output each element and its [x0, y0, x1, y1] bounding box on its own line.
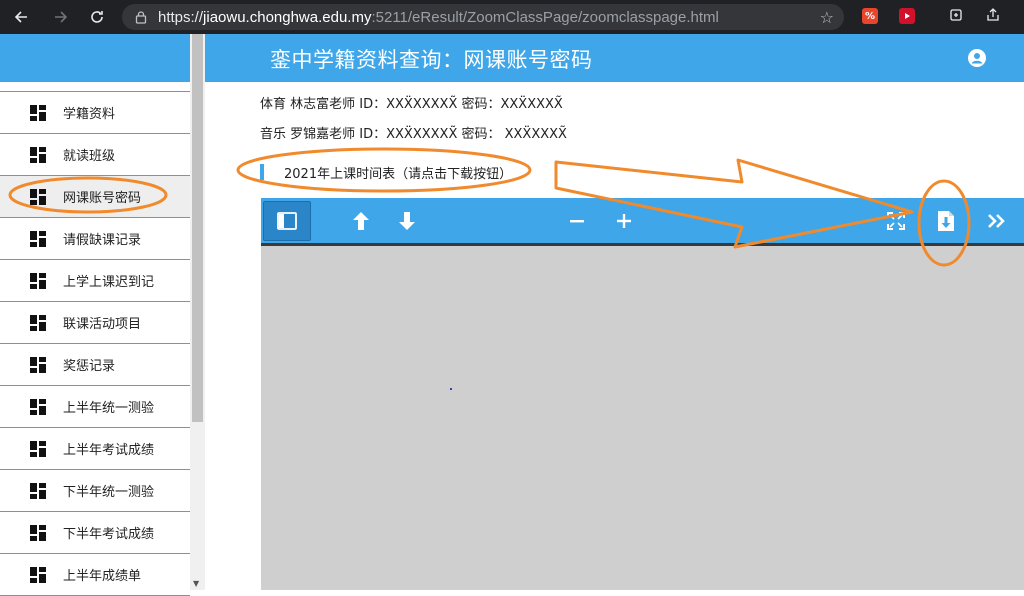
more-tools-icon	[988, 213, 1005, 228]
more-tools-button[interactable]	[985, 198, 1009, 243]
next-page-button[interactable]	[395, 198, 419, 243]
arrow-down-icon	[399, 211, 415, 230]
schedule-label: 2021年上课时间表（请点击下载按钮）	[284, 166, 513, 182]
forward-arrow-icon[interactable]	[44, 0, 78, 34]
sidebar-item-label: 请假缺课记录	[63, 233, 142, 248]
dashboard-icon	[30, 356, 46, 373]
sidebar-item[interactable]: 上半年考试成绩	[0, 428, 190, 470]
user-account-icon[interactable]	[968, 49, 986, 67]
sidebar-item[interactable]: 请假缺课记录	[0, 218, 190, 260]
sidebar-toggle-button[interactable]	[263, 201, 311, 241]
arrow-up-icon	[353, 211, 369, 230]
schedule-section: 2021年上课时间表（请点击下载按钮）	[260, 162, 512, 182]
sidebar: 学籍资料就读班级网课账号密码 请假缺课记录 上学上课迟到记 联课活动项目 奖惩记录上半年…	[0, 34, 205, 596]
sidebar-scrollbar[interactable]: ▼	[190, 34, 205, 590]
dashboard-icon	[30, 440, 46, 457]
sidebar-item-label: 上半年成绩单	[63, 569, 142, 584]
sidebar-toggle-icon	[277, 212, 297, 230]
sidebar-item-label: 网课账号密码	[63, 191, 142, 206]
previous-page-button[interactable]	[349, 198, 373, 243]
scrollbar-thumb[interactable]	[192, 34, 203, 422]
sidebar-item-label: 就读班级	[63, 149, 116, 164]
sidebar-item[interactable]: 下半年统一测验	[0, 470, 190, 512]
sidebar-item-label: 下半年统一测验	[63, 485, 155, 500]
sidebar-item-label: 上半年统一测验	[63, 401, 155, 416]
account-info-music: 音乐 罗锦嘉老师 ID：XXẌXXXXX̃ 密码： XXẌXXXX̃	[260, 127, 567, 142]
sidebar-item-label: 联课活动项目	[63, 317, 142, 332]
sidebar-item-label: 下半年考试成绩	[63, 527, 155, 542]
page-title: 銮中学籍资料查询：网课账号密码	[270, 48, 593, 72]
zoom-in-button[interactable]	[614, 198, 634, 243]
dashboard-icon	[30, 524, 46, 541]
dashboard-icon	[30, 398, 46, 415]
zoom-out-button[interactable]	[567, 198, 587, 243]
share-icon[interactable]	[985, 7, 1001, 27]
sidebar-item[interactable]: 上半年统一测验	[0, 386, 190, 428]
dashboard-icon	[30, 482, 46, 499]
download-icon	[938, 210, 954, 231]
reload-icon[interactable]	[80, 0, 114, 34]
zoom-in-icon	[617, 213, 631, 228]
fullscreen-icon	[887, 211, 905, 230]
section-accent-bar	[260, 164, 264, 180]
page-header: 銮中学籍资料查询：网课账号密码	[205, 34, 1024, 82]
dashboard-icon	[30, 188, 46, 205]
bookmark-star-icon[interactable]: ☆	[820, 8, 834, 27]
extension-icon[interactable]: %	[862, 8, 878, 24]
sidebar-item-label: 上半年考试成绩	[63, 443, 155, 458]
sidebar-item[interactable]: 上学上课迟到记	[0, 260, 190, 302]
dashboard-icon	[30, 314, 46, 331]
extension-red-icon[interactable]	[899, 8, 915, 24]
sidebar-spacer	[0, 82, 190, 92]
dashboard-icon	[30, 146, 46, 163]
pdf-toolbar	[261, 198, 1024, 246]
zoom-out-icon	[570, 219, 584, 222]
download-button[interactable]	[935, 198, 957, 243]
fullscreen-button[interactable]	[885, 198, 907, 243]
sidebar-item[interactable]: 学籍资料	[0, 92, 190, 134]
lock-icon	[135, 11, 147, 24]
page-canvas-marker	[450, 388, 452, 390]
pdf-viewer[interactable]	[261, 198, 1024, 590]
sidebar-item[interactable]: 联课活动项目	[0, 302, 190, 344]
address-bar[interactable]: https://jiaowu.chonghwa.edu.my:5211/eRes…	[122, 4, 844, 30]
sidebar-item-label: 上学上课迟到记	[63, 275, 155, 290]
sidebar-item[interactable]: 网课账号密码	[0, 176, 190, 218]
collections-icon[interactable]	[948, 7, 964, 27]
sidebar-menu: 学籍资料就读班级网课账号密码 请假缺课记录 上学上课迟到记 联课活动项目 奖惩记录上半年…	[0, 92, 190, 596]
url-text: https://jiaowu.chonghwa.edu.my:5211/eRes…	[158, 8, 719, 26]
sidebar-item-label: 学籍资料	[63, 107, 116, 122]
dashboard-icon	[30, 272, 46, 289]
sidebar-item-label: 奖惩记录	[63, 359, 116, 374]
dashboard-icon	[30, 566, 46, 583]
dashboard-icon	[30, 230, 46, 247]
account-info-pe: 体育 林志富老师 ID：XXẌXXXXX̃ 密码：XXẌXXXX̃	[260, 97, 563, 112]
browser-toolbar: https://jiaowu.chonghwa.edu.my:5211/eRes…	[0, 0, 1024, 34]
sidebar-header	[0, 34, 190, 82]
sidebar-item[interactable]: 奖惩记录	[0, 344, 190, 386]
dashboard-icon	[30, 104, 46, 121]
scroll-down-arrow-icon[interactable]: ▼	[193, 579, 199, 588]
sidebar-item[interactable]: 就读班级	[0, 134, 190, 176]
sidebar-item[interactable]: 下半年考试成绩	[0, 512, 190, 554]
back-arrow-icon[interactable]	[4, 0, 38, 34]
